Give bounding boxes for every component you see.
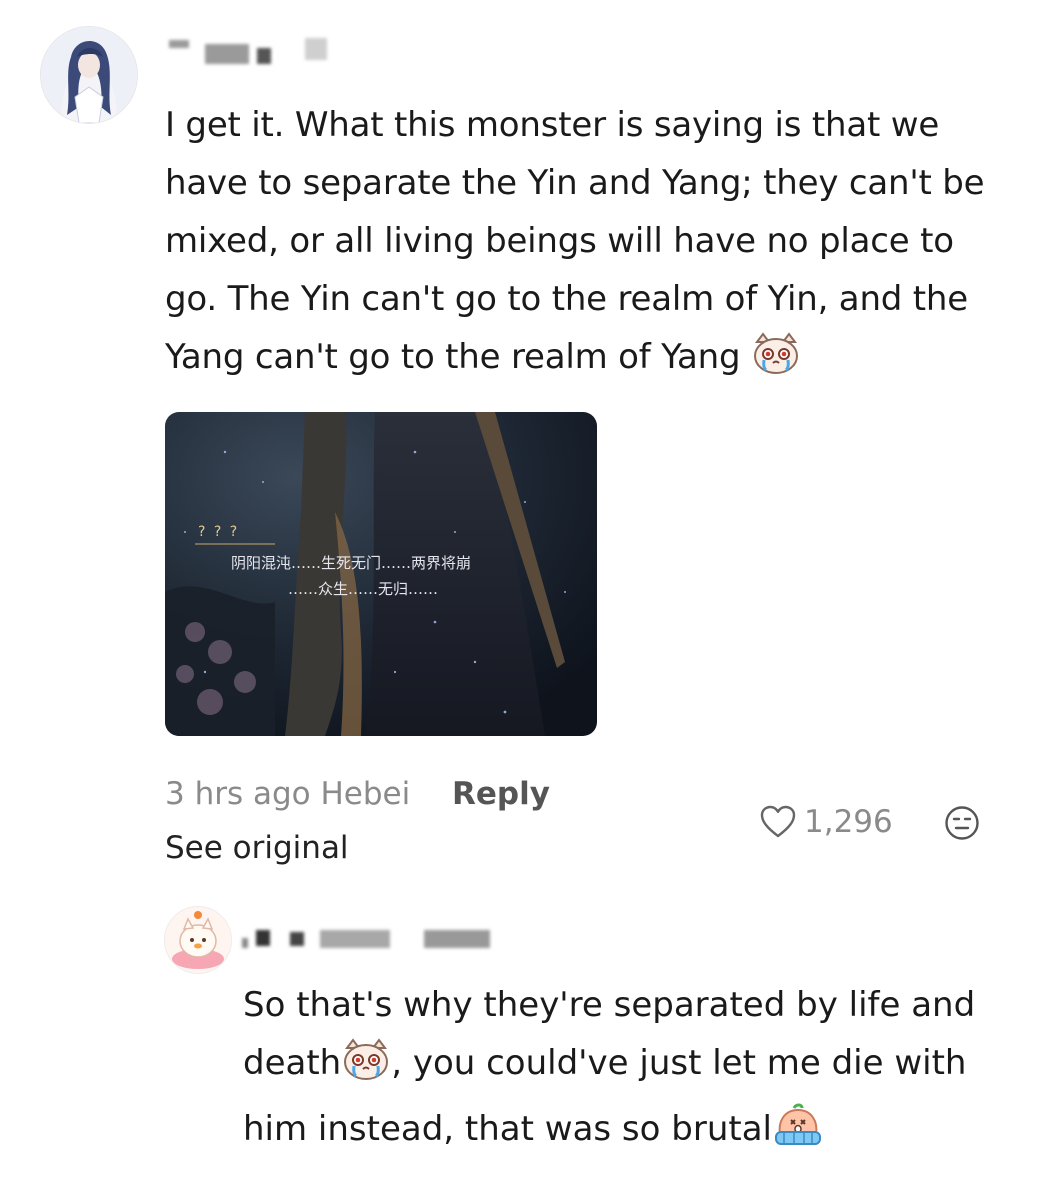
commenter-avatar[interactable] — [40, 26, 138, 124]
crying-cat-emoji-icon — [751, 332, 801, 394]
subtitle-line-1: 阴阳混沌……生死无门……两界将崩 — [231, 554, 472, 572]
crying-peach-emoji-icon — [772, 1102, 824, 1166]
comment-time-location: 3 hrs ago Hebei — [165, 776, 411, 812]
reply-text: So that's why they're separated by life … — [243, 976, 1013, 1166]
commenter-username-redacted[interactable] — [165, 36, 345, 72]
subtitle-overlay: ? ? ? 阴阳混沌……生死无门……两界将崩 ……众生……无归…… — [165, 412, 597, 736]
reply-button[interactable]: Reply — [452, 776, 550, 812]
comment-image[interactable]: ? ? ? 阴阳混沌……生死无门……两界将崩 ……众生……无归…… — [165, 412, 597, 736]
neutral-face-icon — [945, 806, 979, 840]
comment-body: I get it. What this monster is saying is… — [165, 105, 985, 377]
avatar-illustration — [165, 907, 231, 973]
replier-username-redacted[interactable] — [240, 924, 500, 956]
heart-outline-icon — [760, 805, 796, 838]
comment-text: I get it. What this monster is saying is… — [165, 96, 1005, 394]
subtitle-line-2: ……众生……无归…… — [288, 580, 439, 598]
next-comment-clipped — [264, 1190, 274, 1200]
avatar-illustration — [41, 27, 137, 123]
like-count: 1,296 — [804, 804, 893, 840]
reaction-button[interactable] — [944, 805, 980, 845]
crying-cat-emoji-icon — [341, 1038, 391, 1100]
speaker-name: ? ? ? — [198, 524, 240, 540]
like-button[interactable]: 1,296 — [760, 800, 893, 844]
see-original-link[interactable]: See original — [165, 830, 349, 866]
replier-avatar[interactable] — [164, 906, 232, 974]
